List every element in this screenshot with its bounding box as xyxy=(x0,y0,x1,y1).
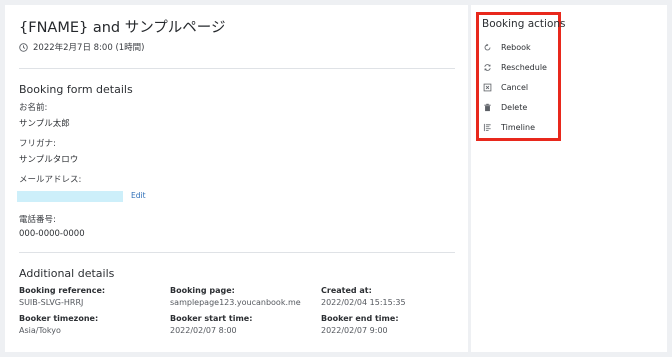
divider xyxy=(19,252,455,253)
detail-value: 2022/02/04 15:15:35 xyxy=(321,298,406,307)
delete-action[interactable]: Delete xyxy=(483,103,527,112)
edit-email-link[interactable]: Edit xyxy=(131,191,146,200)
rebook-icon xyxy=(484,43,491,51)
additional-details-heading: Additional details xyxy=(19,267,115,280)
cancel-icon xyxy=(483,83,492,92)
detail-value: Asia/Tokyo xyxy=(19,326,61,335)
action-label: Reschedule xyxy=(501,63,547,72)
actions-panel: Booking actions Rebook Reschedule Cancel… xyxy=(471,5,667,352)
booking-datetime-text: 2022年2月7日 8:00 (1時間) xyxy=(33,43,145,53)
name-value: サンプル太郎 xyxy=(19,119,70,129)
furigana-label: フリガナ: xyxy=(19,139,56,149)
trash-icon xyxy=(484,103,491,112)
rebook-action[interactable]: Rebook xyxy=(483,43,531,52)
detail-label: Booker start time: xyxy=(170,314,253,323)
phone-value: 000-0000-0000 xyxy=(19,229,85,239)
detail-value: samplepage123.youcanbook.me xyxy=(170,298,301,307)
timeline-action[interactable]: Timeline xyxy=(483,123,535,132)
detail-label: Created at: xyxy=(321,286,372,295)
detail-value: SUIB-SLVG-HRRJ xyxy=(19,298,84,307)
divider xyxy=(19,68,455,69)
booker-timezone: Booker timezone: Asia/Tokyo xyxy=(19,314,98,335)
detail-value: 2022/02/07 8:00 xyxy=(170,326,237,335)
timeline-icon xyxy=(483,123,491,132)
booker-start-time: Booker start time: 2022/02/07 8:00 xyxy=(170,314,252,335)
form-details-heading: Booking form details xyxy=(19,83,133,96)
created-at: Created at: 2022/02/04 15:15:35 xyxy=(321,286,406,307)
email-value-redacted xyxy=(17,191,123,202)
actions-highlight-box xyxy=(476,12,561,141)
name-label: お名前: xyxy=(19,103,48,113)
booking-page: Booking page: samplepage123.youcanbook.m… xyxy=(170,286,301,307)
action-label: Delete xyxy=(501,103,528,112)
reschedule-action[interactable]: Reschedule xyxy=(483,63,547,72)
booker-end-time: Booker end time: 2022/02/07 9:00 xyxy=(321,314,399,335)
booking-datetime: 2022年2月7日 8:00 (1時間) xyxy=(19,41,144,53)
detail-label: Booking page: xyxy=(170,286,235,295)
actions-heading: Booking actions xyxy=(482,18,566,30)
detail-value: 2022/02/07 9:00 xyxy=(321,326,388,335)
reschedule-icon xyxy=(484,64,491,71)
furigana-value: サンプルタロウ xyxy=(19,155,79,165)
detail-label: Booking reference: xyxy=(19,286,106,295)
email-label: メールアドレス: xyxy=(19,175,82,185)
clock-icon xyxy=(19,42,28,52)
booking-details-panel: {FNAME} and サンプルページ 2022年2月7日 8:00 (1時間)… xyxy=(5,5,468,352)
detail-label: Booker timezone: xyxy=(19,314,99,323)
phone-label: 電話番号: xyxy=(19,215,56,225)
detail-label: Booker end time: xyxy=(321,314,399,323)
action-label: Cancel xyxy=(501,83,529,92)
action-label: Rebook xyxy=(501,43,531,52)
cancel-action[interactable]: Cancel xyxy=(483,83,528,92)
action-label: Timeline xyxy=(501,123,536,132)
page-title: {FNAME} and サンプルページ xyxy=(19,20,226,36)
booking-reference: Booking reference: SUIB-SLVG-HRRJ xyxy=(19,286,105,307)
